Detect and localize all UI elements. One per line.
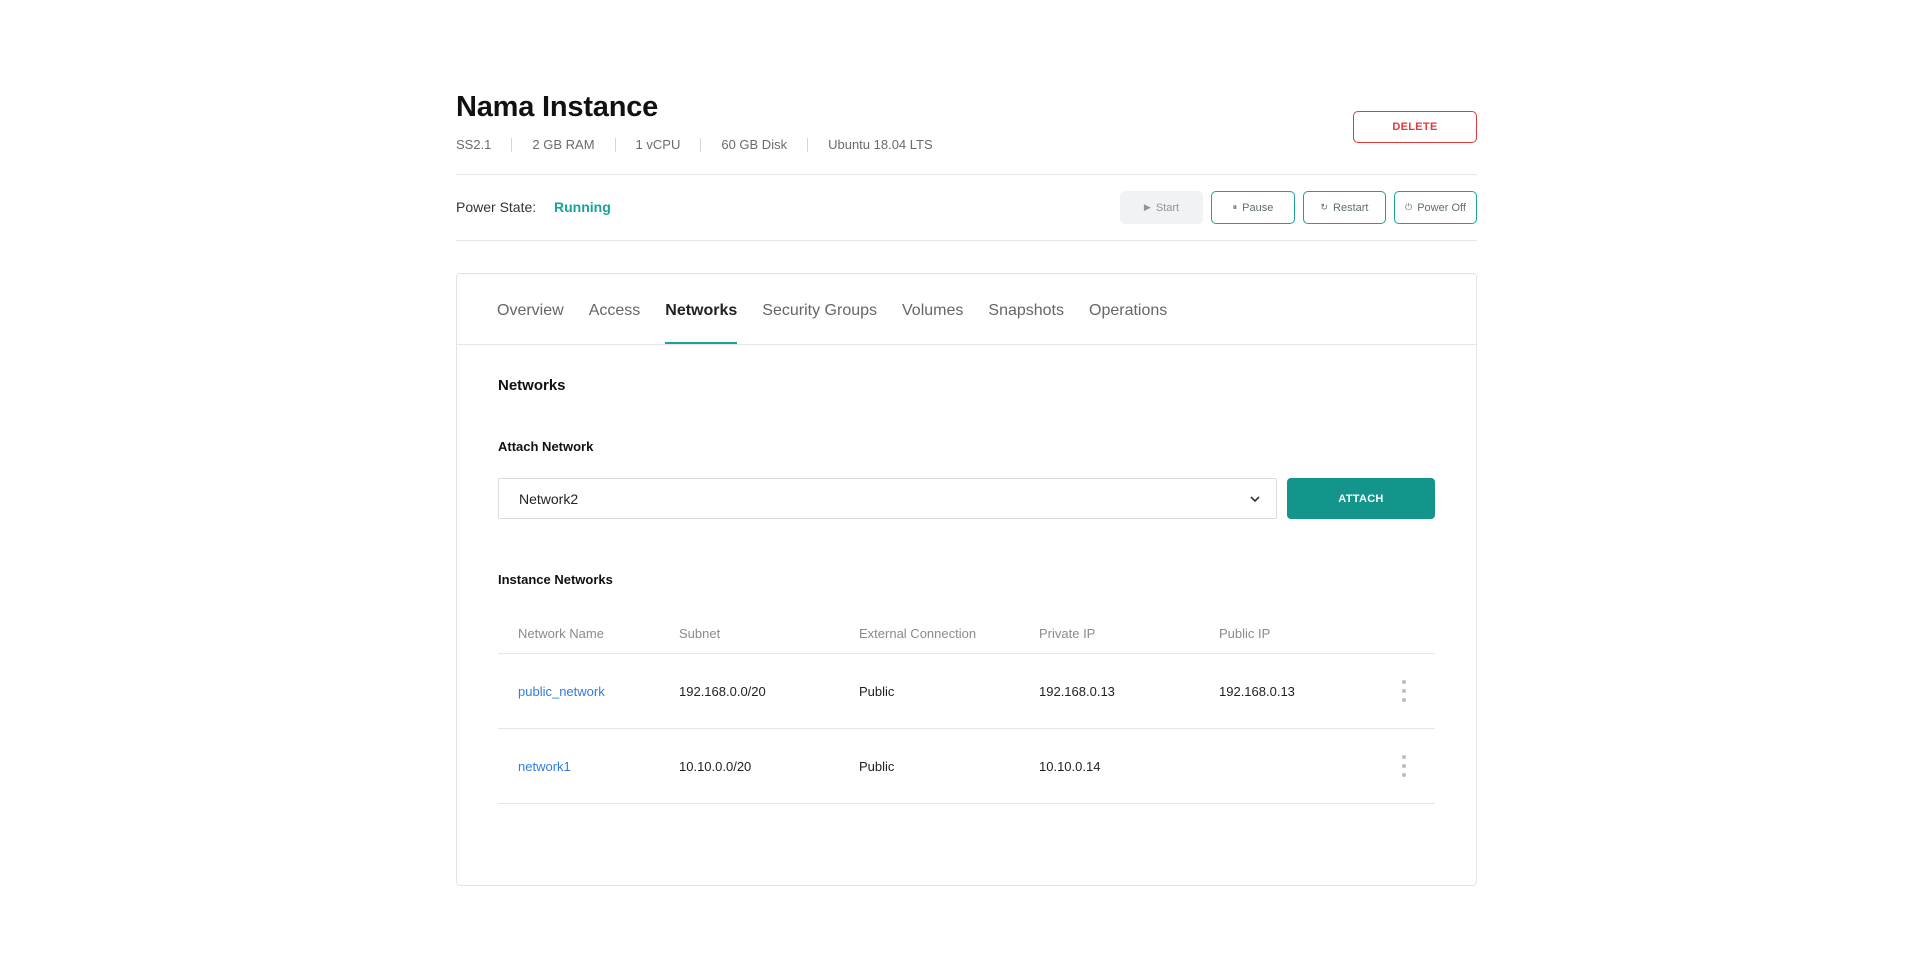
external-connection-cell: Public <box>859 758 895 774</box>
divider <box>456 240 1477 241</box>
tab-security-groups[interactable]: Security Groups <box>762 274 877 344</box>
power-state-label: Power State: <box>456 199 537 215</box>
power-off-label: Power Off <box>1417 201 1466 214</box>
section-title: Networks <box>498 377 566 394</box>
spec-ram: 2 GB RAM <box>511 138 614 152</box>
tab-volumes[interactable]: Volumes <box>902 274 963 344</box>
pause-label: Pause <box>1242 201 1274 214</box>
column-header-network-name: Network Name <box>518 626 604 641</box>
network-name-link[interactable]: public_network <box>518 684 605 699</box>
table-header: Network Name Subnet External Connection … <box>498 614 1435 654</box>
delete-button[interactable]: DELETE <box>1353 111 1477 143</box>
tab-overview[interactable]: Overview <box>497 274 564 344</box>
power-off-button[interactable]: ⏻ Power Off <box>1394 191 1477 224</box>
private-ip-cell: 10.10.0.14 <box>1039 758 1101 774</box>
table-row: public_network 192.168.0.0/20 Public 192… <box>498 654 1435 729</box>
page-title: Nama Instance <box>456 91 659 123</box>
external-connection-cell: Public <box>859 683 895 699</box>
tab-bar: Overview Access Networks Security Groups… <box>497 274 1192 345</box>
tabs-divider <box>457 344 1476 345</box>
power-state-value: Running <box>554 199 611 215</box>
more-options-icon[interactable] <box>1401 680 1407 702</box>
tab-access[interactable]: Access <box>589 274 641 344</box>
spec-vcpu: 1 vCPU <box>614 138 701 152</box>
divider <box>456 174 1477 175</box>
subnet-cell: 192.168.0.0/20 <box>679 683 766 699</box>
spec-disk: 60 GB Disk <box>700 138 807 152</box>
start-label: Start <box>1155 201 1180 214</box>
subnet-cell: 10.10.0.0/20 <box>679 758 752 774</box>
private-ip-cell: 192.168.0.13 <box>1039 683 1115 699</box>
network-name-link[interactable]: network1 <box>518 759 571 774</box>
network-select-value: Network2 <box>519 490 579 507</box>
play-icon: ▶ <box>1143 202 1151 212</box>
restart-button[interactable]: ↻ Restart <box>1303 191 1386 224</box>
attach-button[interactable]: ATTACH <box>1287 478 1435 519</box>
chevron-down-icon <box>1250 496 1260 503</box>
pause-icon: ⏸ <box>1232 202 1238 212</box>
spec-flavor: SS2.1 <box>456 137 492 152</box>
instance-networks-table: Network Name Subnet External Connection … <box>498 614 1435 804</box>
network-select[interactable]: Network2 <box>498 478 1277 519</box>
instance-detail-card: Overview Access Networks Security Groups… <box>456 273 1477 886</box>
power-actions: ▶ Start ⏸ Pause ↻ Restart ⏻ Power Off <box>1120 191 1477 224</box>
pause-button[interactable]: ⏸ Pause <box>1211 191 1295 224</box>
start-button[interactable]: ▶ Start <box>1120 191 1203 224</box>
restart-icon: ↻ <box>1320 202 1329 212</box>
instance-specs: SS2.1 2 GB RAM 1 vCPU 60 GB Disk Ubuntu … <box>456 138 953 152</box>
column-header-public-ip: Public IP <box>1219 626 1271 641</box>
tab-networks[interactable]: Networks <box>665 274 738 345</box>
restart-label: Restart <box>1333 201 1369 214</box>
attach-network-label: Attach Network <box>498 439 594 454</box>
column-header-private-ip: Private IP <box>1039 626 1096 641</box>
table-row: network1 10.10.0.0/20 Public 10.10.0.14 <box>498 729 1435 804</box>
tab-snapshots[interactable]: Snapshots <box>988 274 1064 344</box>
column-header-external-connection: External Connection <box>859 626 977 641</box>
tab-operations[interactable]: Operations <box>1089 274 1167 344</box>
column-header-subnet: Subnet <box>679 626 721 641</box>
spec-os: Ubuntu 18.04 LTS <box>807 138 953 152</box>
power-icon: ⏻ <box>1405 202 1413 212</box>
more-options-icon[interactable] <box>1401 755 1407 777</box>
public-ip-cell: 192.168.0.13 <box>1219 683 1295 699</box>
instance-networks-label: Instance Networks <box>498 572 613 587</box>
